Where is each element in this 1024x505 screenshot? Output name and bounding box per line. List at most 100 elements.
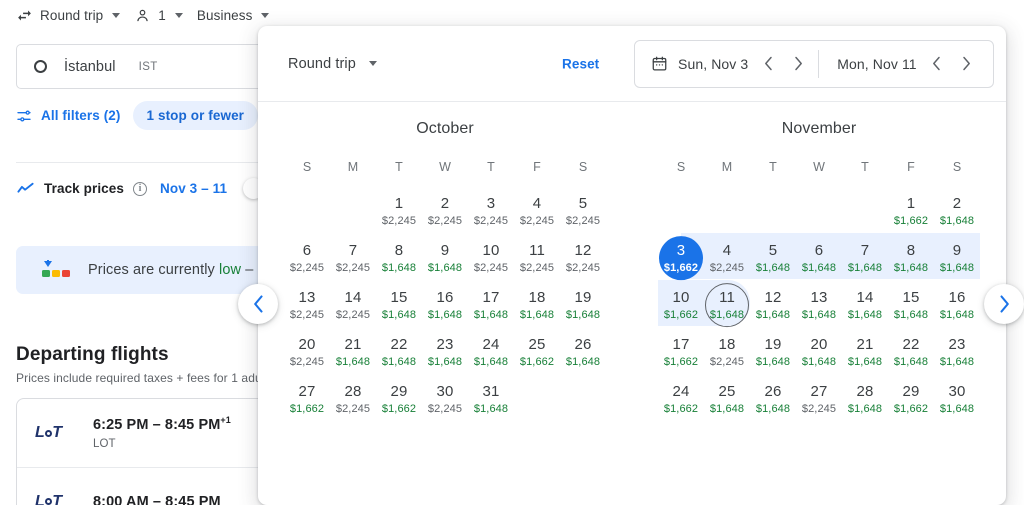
date-cell-november-10[interactable]: 10 $1,662 [658, 280, 704, 329]
date-cell-october-13[interactable]: 13 $2,245 [284, 282, 330, 329]
date-cell-november-1[interactable]: 1 $1,662 [888, 188, 934, 235]
date-cell-november-14[interactable]: 14 $1,648 [842, 282, 888, 329]
return-next-day-button[interactable] [957, 53, 977, 75]
previous-months-button[interactable] [238, 284, 278, 324]
date-price: $1,662 [663, 403, 699, 415]
date-cell-october-5[interactable]: 5 $2,245 [560, 188, 606, 235]
date-cell-november-19[interactable]: 19 $1,648 [750, 329, 796, 376]
date-cell-november-6[interactable]: 6 $1,648 [796, 233, 842, 282]
date-cell-november-15[interactable]: 15 $1,648 [888, 282, 934, 329]
date-cell-november-22[interactable]: 22 $1,648 [888, 329, 934, 376]
return-prev-day-button[interactable] [927, 53, 947, 75]
date-number: 4 [532, 195, 542, 212]
info-icon[interactable]: i [133, 181, 148, 196]
day-of-week-header: SMTWTFS [658, 160, 980, 188]
date-cell-october-31[interactable]: 31 $1,648 [468, 376, 514, 423]
date-price: $1,648 [755, 262, 791, 274]
date-cell-october-11[interactable]: 11 $2,245 [514, 235, 560, 282]
date-number: 27 [810, 383, 828, 400]
panel-trip-type-selector[interactable]: Round trip [288, 56, 377, 72]
caret-down-icon [368, 61, 377, 66]
date-cell-october-12[interactable]: 12 $2,245 [560, 235, 606, 282]
date-cell-october-28[interactable]: 28 $2,245 [330, 376, 376, 423]
date-cell-november-8[interactable]: 8 $1,648 [888, 233, 934, 282]
date-cell-october-6[interactable]: 6 $2,245 [284, 235, 330, 282]
depart-date-segment[interactable]: Sun, Nov 3 [635, 41, 818, 87]
date-cell-november-21[interactable]: 21 $1,648 [842, 329, 888, 376]
date-cell-october-8[interactable]: 8 $1,648 [376, 235, 422, 282]
date-cell-october-20[interactable]: 20 $2,245 [284, 329, 330, 376]
date-cell-november-17[interactable]: 17 $1,662 [658, 329, 704, 376]
date-cell-november-2[interactable]: 2 $1,648 [934, 188, 980, 235]
date-cell-october-30[interactable]: 30 $2,245 [422, 376, 468, 423]
swap-horizontal-icon [16, 7, 33, 24]
date-cell-november-28[interactable]: 28 $1,648 [842, 376, 888, 423]
date-cell-november-4[interactable]: 4 $2,245 [704, 233, 750, 282]
date-cell-october-17[interactable]: 17 $1,648 [468, 282, 514, 329]
date-cell-october-26[interactable]: 26 $1,648 [560, 329, 606, 376]
next-months-button[interactable] [984, 284, 1024, 324]
date-cell-october-19[interactable]: 19 $1,648 [560, 282, 606, 329]
dow-label: S [302, 160, 312, 174]
date-cell-october-7[interactable]: 7 $2,245 [330, 235, 376, 282]
date-cell-october-25[interactable]: 25 $1,662 [514, 329, 560, 376]
date-price: $1,648 [709, 403, 745, 415]
date-price: $1,648 [427, 309, 463, 321]
date-cell-october-22[interactable]: 22 $1,648 [376, 329, 422, 376]
date-cell-october-3[interactable]: 3 $2,245 [468, 188, 514, 235]
month-october: October S M T W T F S 1 $2,245 2 $2,245 3 $2,245 4 $2,2… [258, 120, 632, 423]
date-cell-november-18[interactable]: 18 $2,245 [704, 329, 750, 376]
date-cell-november-20[interactable]: 20 $1,648 [796, 329, 842, 376]
person-icon [134, 7, 151, 24]
date-cell-october-24[interactable]: 24 $1,648 [468, 329, 514, 376]
date-cell-october-4[interactable]: 4 $2,245 [514, 188, 560, 235]
date-cell-november-7[interactable]: 7 $1,648 [842, 233, 888, 282]
date-price: $2,245 [335, 403, 371, 415]
depart-prev-day-button[interactable] [758, 53, 778, 75]
date-cell-october-23[interactable]: 23 $1,648 [422, 329, 468, 376]
date-number: 20 [298, 336, 316, 353]
depart-next-day-button[interactable] [788, 53, 808, 75]
date-number: 17 [672, 336, 690, 353]
date-cell-october-27[interactable]: 27 $1,662 [284, 376, 330, 423]
reset-button[interactable]: Reset [562, 56, 599, 71]
date-price: $2,245 [801, 403, 837, 415]
date-cell-october-1[interactable]: 1 $2,245 [376, 188, 422, 235]
date-cell-november-26[interactable]: 26 $1,648 [750, 376, 796, 423]
date-cell-november-27[interactable]: 27 $2,245 [796, 376, 842, 423]
date-cell-october-10[interactable]: 10 $2,245 [468, 235, 514, 282]
date-cell-november-29[interactable]: 29 $1,662 [888, 376, 934, 423]
date-cell-november-23[interactable]: 23 $1,648 [934, 329, 980, 376]
date-cell-november-12[interactable]: 12 $1,648 [750, 282, 796, 329]
date-cell-november-16[interactable]: 16 $1,648 [934, 282, 980, 329]
date-cell-november-9[interactable]: 9 $1,648 [934, 233, 980, 282]
date-cell-october-9[interactable]: 9 $1,648 [422, 235, 468, 282]
date-cell-october-15[interactable]: 15 $1,648 [376, 282, 422, 329]
date-cell-november-3[interactable]: 3 $1,662 [658, 233, 704, 282]
passengers-selector[interactable]: 1 [134, 0, 197, 31]
month-title: November [781, 120, 857, 137]
return-date-segment[interactable]: Mon, Nov 11 [819, 41, 992, 87]
date-price: $1,648 [755, 356, 791, 368]
date-cell-november-11[interactable]: 11 $1,648 [704, 280, 750, 329]
stops-filter-chip[interactable]: 1 stop or fewer [132, 101, 259, 130]
date-cell-november-5[interactable]: 5 $1,648 [750, 233, 796, 282]
all-filters-button[interactable]: All filters (2) [16, 108, 121, 124]
date-cell-october-2[interactable]: 2 $2,245 [422, 188, 468, 235]
date-price: $1,648 [565, 356, 601, 368]
date-cell-november-24[interactable]: 24 $1,662 [658, 376, 704, 423]
date-cell-november-30[interactable]: 30 $1,648 [934, 376, 980, 423]
date-price: $1,648 [893, 356, 929, 368]
dow-label: T [861, 160, 869, 174]
date-cell-november-13[interactable]: 13 $1,648 [796, 282, 842, 329]
date-cell-november-25[interactable]: 25 $1,648 [704, 376, 750, 423]
date-number: 14 [344, 289, 362, 306]
date-price: $2,245 [565, 262, 601, 274]
date-cell-october-29[interactable]: 29 $1,662 [376, 376, 422, 423]
date-cell-october-18[interactable]: 18 $1,648 [514, 282, 560, 329]
date-cell-october-16[interactable]: 16 $1,648 [422, 282, 468, 329]
dow-label: F [533, 160, 541, 174]
date-cell-october-21[interactable]: 21 $1,648 [330, 329, 376, 376]
trip-type-selector[interactable]: Round trip [16, 0, 134, 31]
date-cell-october-14[interactable]: 14 $2,245 [330, 282, 376, 329]
